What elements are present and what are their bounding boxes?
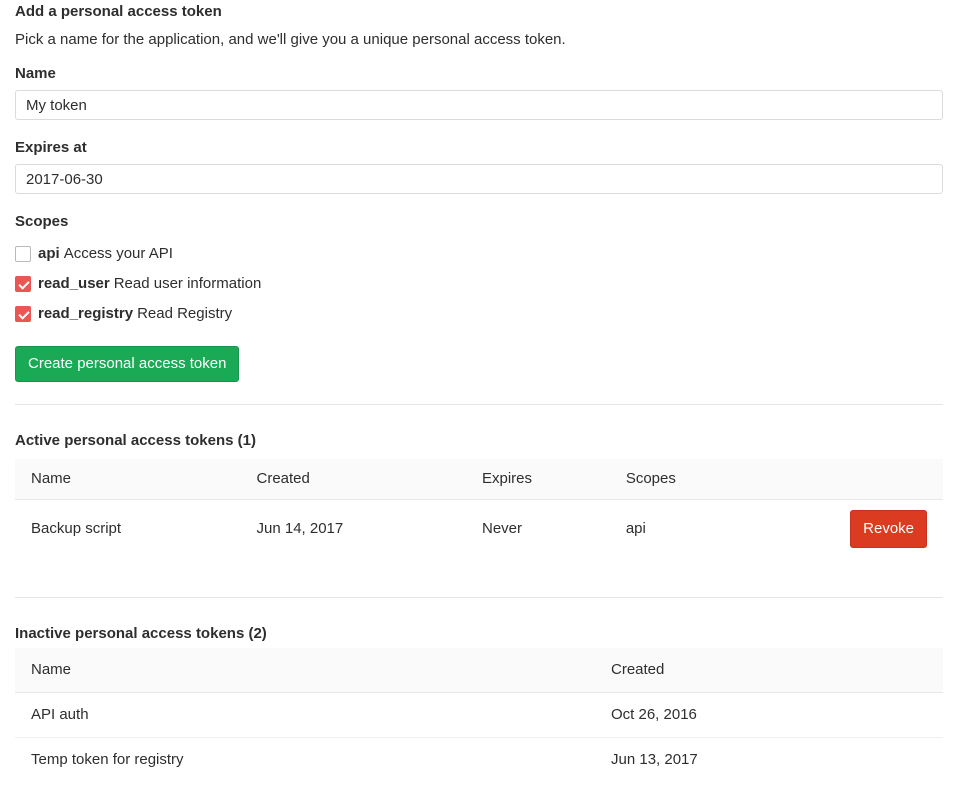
active-tokens-table: Name Created Expires Scopes Backup scrip… — [15, 459, 943, 558]
scope-description: Read Registry — [137, 305, 232, 322]
token-scopes-cell: api — [610, 500, 814, 559]
column-header-created: Created — [595, 648, 943, 693]
token-name-cell: Temp token for registry — [15, 738, 595, 783]
scope-label: read_registryRead Registry — [38, 304, 232, 324]
table-row: API auth Oct 26, 2016 — [15, 693, 943, 738]
add-token-description: Pick a name for the application, and we'… — [15, 30, 943, 50]
table-header-row: Name Created Expires Scopes — [15, 459, 943, 500]
scope-row-read-user: read_userRead user information — [15, 274, 943, 294]
section-divider — [15, 404, 943, 405]
add-token-heading: Add a personal access token — [15, 0, 943, 22]
table-row: Temp token for registry Jun 13, 2017 — [15, 738, 943, 783]
column-header-actions — [814, 459, 943, 500]
token-name-input[interactable] — [15, 90, 943, 120]
scope-label: apiAccess your API — [38, 244, 173, 264]
active-tokens-heading: Active personal access tokens (1) — [15, 431, 943, 451]
section-divider — [15, 597, 943, 598]
inactive-tokens-heading: Inactive personal access tokens (2) — [15, 624, 943, 644]
token-created-cell: Jun 14, 2017 — [241, 500, 467, 559]
token-name-cell: API auth — [15, 693, 595, 738]
create-token-button[interactable]: Create personal access token — [15, 346, 239, 382]
table-header-row: Name Created — [15, 648, 943, 693]
scope-description: Read user information — [114, 275, 262, 292]
column-header-created: Created — [241, 459, 467, 500]
scope-name: read_registry — [38, 305, 133, 322]
revoke-button[interactable]: Revoke — [850, 510, 927, 548]
scope-checkbox-read-registry[interactable] — [15, 306, 31, 322]
personal-access-tokens-page: Add a personal access token Pick a name … — [0, 0, 959, 782]
column-header-scopes: Scopes — [610, 459, 814, 500]
token-expires-cell: Never — [466, 500, 610, 559]
token-name-cell: Backup script — [15, 500, 241, 559]
token-action-cell: Revoke — [814, 500, 943, 559]
scope-checkbox-read-user[interactable] — [15, 276, 31, 292]
scope-name: read_user — [38, 275, 110, 292]
scope-checkbox-api[interactable] — [15, 246, 31, 262]
column-header-name: Name — [15, 459, 241, 500]
scope-row-api: apiAccess your API — [15, 244, 943, 264]
scope-name: api — [38, 245, 60, 262]
token-created-cell: Oct 26, 2016 — [595, 693, 943, 738]
scope-label: read_userRead user information — [38, 274, 261, 294]
expires-at-input[interactable] — [15, 164, 943, 194]
token-created-cell: Jun 13, 2017 — [595, 738, 943, 783]
table-row: Backup script Jun 14, 2017 Never api Rev… — [15, 500, 943, 559]
column-header-expires: Expires — [466, 459, 610, 500]
scope-row-read-registry: read_registryRead Registry — [15, 304, 943, 324]
expires-at-label: Expires at — [15, 138, 943, 158]
scope-description: Access your API — [64, 245, 173, 262]
scopes-label: Scopes — [15, 212, 943, 232]
column-header-name: Name — [15, 648, 595, 693]
name-label: Name — [15, 64, 943, 84]
inactive-tokens-table: Name Created API auth Oct 26, 2016 Temp … — [15, 648, 943, 782]
